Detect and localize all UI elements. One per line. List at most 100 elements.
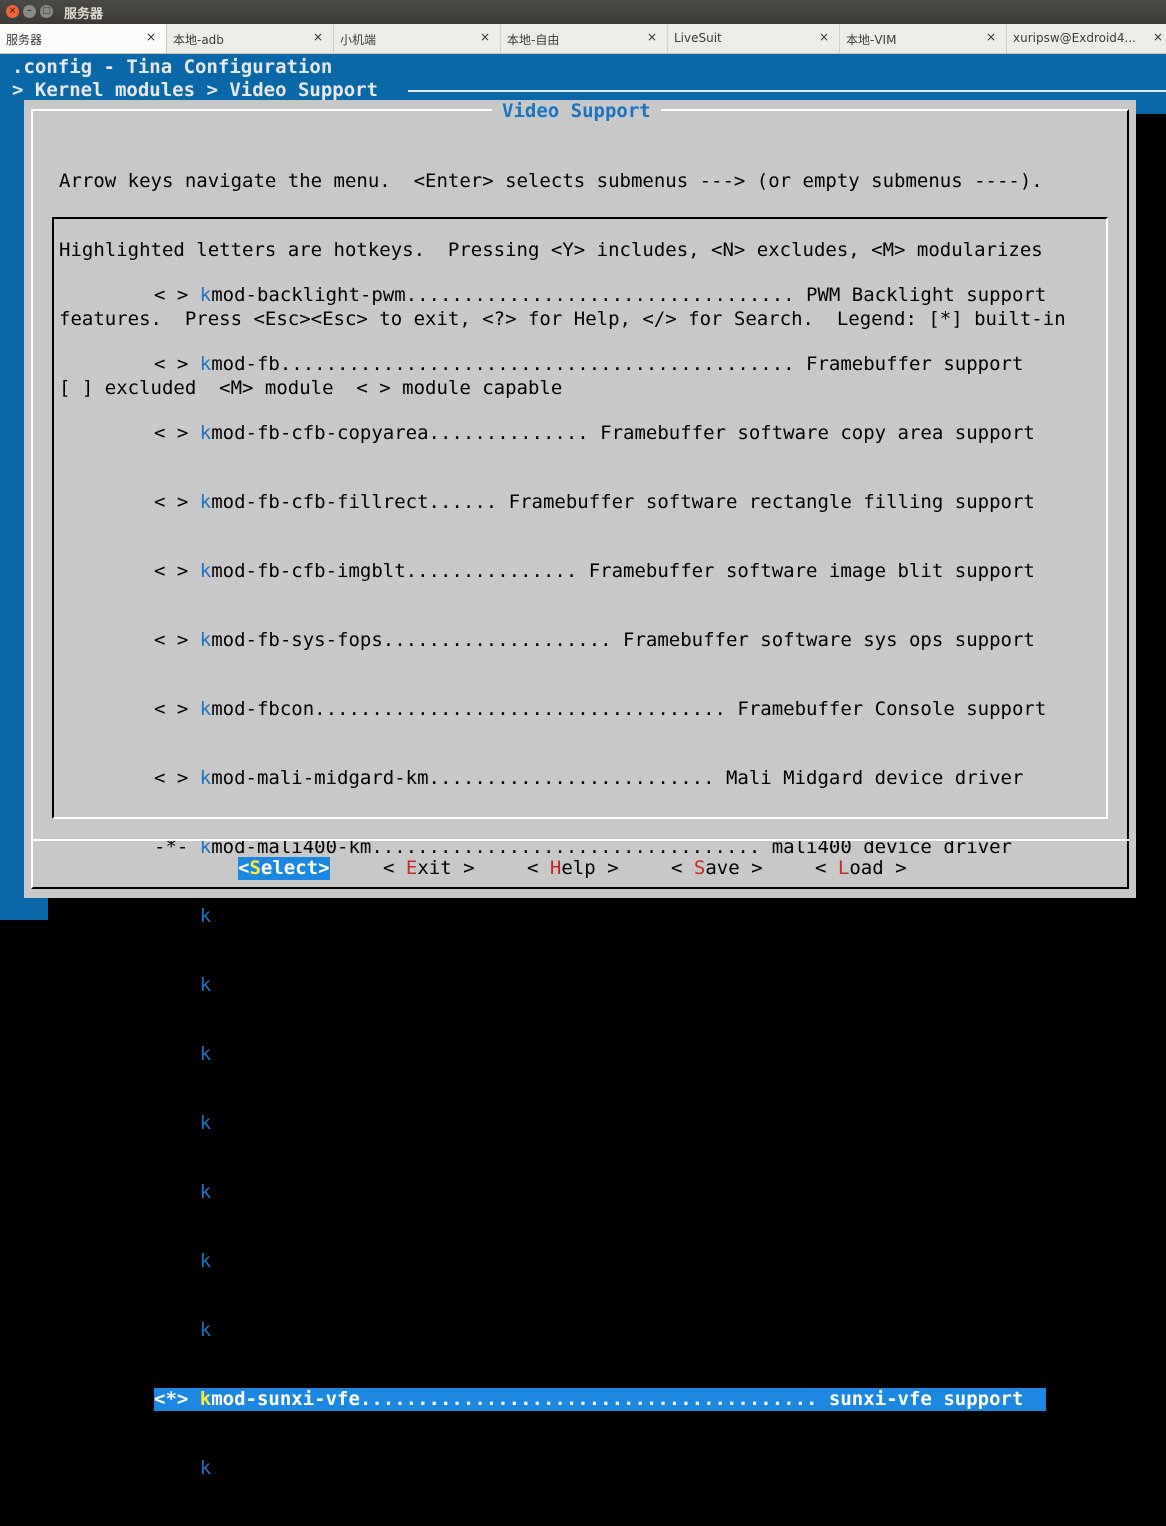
item-label: mod-fb-cfb-fillrect...... Framebuffer so…	[211, 491, 1035, 513]
item-hotkey: k	[199, 1388, 212, 1410]
dialog-shadow	[1136, 114, 1166, 920]
menu-item-kmod-sunxi-uvc[interactable]: < > kmod-sunxi-uvc......................…	[154, 1319, 1046, 1342]
tab-close-icon[interactable]: ×	[313, 30, 323, 44]
menu-item-kmod-fb-sys-fops[interactable]: < > kmod-fb-sys-fops....................…	[154, 629, 1046, 652]
item-state: < >	[154, 905, 200, 927]
minimize-window-icon[interactable]: –	[23, 5, 36, 18]
tab-local-adb[interactable]: 本地-adb ×	[167, 24, 334, 53]
item-hotkey: k	[199, 767, 212, 789]
item-label: mod-fb-cfb-imgblt............... Framebu…	[211, 560, 1035, 582]
item-hotkey: k	[199, 974, 212, 996]
menu-item-kmod-sunxi-drm[interactable]: < > kmod-sunxi-drm......................…	[154, 1112, 1046, 1135]
item-state: < >	[154, 698, 200, 720]
item-hotkey: k	[199, 629, 212, 651]
maximize-window-icon[interactable]: □	[40, 5, 53, 18]
tab-server[interactable]: 服务器 ×	[0, 24, 167, 53]
item-hotkey: k	[199, 284, 212, 306]
menu-item-kmod-fb-cfb-imgblt[interactable]: < > kmod-fb-cfb-imgblt............... Fr…	[154, 560, 1046, 583]
menu-item-kmod-fb-cfb-copyarea[interactable]: < > kmod-fb-cfb-copyarea.............. F…	[154, 422, 1046, 445]
menu-item-kmod-mali400-km-wayland[interactable]: < > kmod-mali400-km-wayland.............…	[154, 905, 1046, 928]
tab-livesuit[interactable]: LiveSuit ×	[668, 24, 840, 53]
item-label: mod-sgx544-km...........................…	[211, 974, 1024, 996]
tab-label: 本地-adb	[173, 33, 224, 47]
window-title: 服务器	[64, 7, 104, 22]
menu-item-kmod-video-core[interactable]: < > kmod-video-core.....................…	[154, 1457, 1046, 1480]
exit-button[interactable]: < Exit >	[383, 857, 475, 880]
close-window-icon[interactable]: ×	[6, 5, 19, 18]
button-separator	[31, 839, 1129, 841]
menu-item-kmod-sunxi-disp[interactable]: -*- kmod-sunxi-disp.....................…	[154, 1043, 1046, 1066]
item-state: < >	[154, 353, 200, 375]
item-state: < >	[154, 767, 200, 789]
button-text: <	[238, 857, 250, 879]
item-hotkey: k	[199, 491, 212, 513]
button-text: oad >	[849, 857, 907, 879]
tab-close-icon[interactable]: ×	[819, 30, 829, 44]
item-state: < >	[154, 491, 200, 513]
button-text: <	[815, 857, 838, 879]
item-state: <*>	[154, 1388, 200, 1410]
tab-close-icon[interactable]: ×	[986, 30, 996, 44]
item-label: mod-fb..................................…	[211, 353, 1024, 375]
menuconfig-dialog: Video Support Arrow keys navigate the me…	[24, 100, 1136, 1479]
item-hotkey: k	[199, 905, 212, 927]
item-state: < >	[154, 1319, 200, 1341]
item-state: < >	[154, 1457, 200, 1479]
tab-local-vim[interactable]: 本地-VIM ×	[840, 24, 1007, 53]
menu-item-kmod-sunxi-tv[interactable]: < > kmod-sunxi-tv.......................…	[154, 1250, 1046, 1273]
button-hotkey: S	[249, 857, 261, 879]
menu-item-kmod-mali-midgard-km[interactable]: < > kmod-mali-midgard-km................…	[154, 767, 1046, 790]
select-button[interactable]: <Select>	[238, 857, 330, 880]
item-label: mod-backlight-pwm.......................…	[211, 284, 1047, 306]
button-hotkey: S	[693, 857, 706, 879]
save-button[interactable]: < Save >	[671, 857, 763, 880]
tab-label: 服务器	[6, 33, 43, 47]
item-label: mod-video-core..........................…	[211, 1457, 1035, 1479]
tab-label: 本地-自由	[507, 33, 560, 47]
item-label: mod-fb-cfb-copyarea.............. Frameb…	[211, 422, 1035, 444]
tab-close-icon[interactable]: ×	[146, 30, 156, 44]
tab-close-icon[interactable]: ×	[1153, 30, 1163, 44]
item-label: mod-mali400-km-wayland..................…	[211, 905, 1012, 927]
menu-item-kmod-backlight-pwm[interactable]: < > kmod-backlight-pwm..................…	[154, 284, 1046, 307]
item-state: < >	[154, 629, 200, 651]
menu-item-kmod-sunxi-hdmi[interactable]: <*> kmod-sunxi-hdmi.....................…	[154, 1181, 1046, 1204]
item-label: mod-sunxi-uvc...........................…	[211, 1319, 1024, 1341]
tab-device[interactable]: 小机端 ×	[334, 24, 501, 53]
backtitle-breadcrumb: > Kernel modules > Video Support	[12, 79, 379, 101]
menu-item-kmod-sgx544-km[interactable]: < > kmod-sgx544-km......................…	[154, 974, 1046, 997]
load-button[interactable]: < Load >	[815, 857, 907, 880]
button-hotkey: E	[405, 857, 418, 879]
button-hotkey: H	[549, 857, 562, 879]
button-text: <	[383, 857, 406, 879]
item-label: mod-fbcon...............................…	[211, 698, 1047, 720]
tab-close-icon[interactable]: ×	[480, 30, 490, 44]
button-text: ave >	[705, 857, 763, 879]
button-text: elp >	[561, 857, 619, 879]
terminal[interactable]: .config - Tina Configuration > Kernel mo…	[0, 54, 1166, 1479]
item-state: < >	[154, 974, 200, 996]
item-hotkey: k	[199, 1112, 212, 1134]
menu-item-kmod-sunxi-vfe[interactable]: <*> kmod-sunxi-vfe......................…	[154, 1388, 1047, 1411]
tab-close-icon[interactable]: ×	[647, 30, 657, 44]
button-hotkey: L	[837, 857, 850, 879]
tab-label: 小机端	[340, 33, 377, 47]
window-titlebar: × – □ 服务器	[0, 0, 1166, 24]
help-button[interactable]: < Help >	[527, 857, 619, 880]
item-hotkey: k	[199, 422, 212, 444]
item-hotkey: k	[199, 1181, 212, 1203]
item-hotkey: k	[199, 698, 212, 720]
menu-item-kmod-fb-cfb-fillrect[interactable]: < > kmod-fb-cfb-fillrect...... Framebuff…	[154, 491, 1046, 514]
tab-label: LiveSuit	[674, 31, 722, 45]
item-label: mod-fb-sys-fops.................... Fram…	[211, 629, 1035, 651]
tab-label: xuripsw@Exdroid4...	[1013, 31, 1136, 45]
item-state: < >	[154, 284, 200, 306]
menu-item-kmod-fb[interactable]: < > kmod-fb.............................…	[154, 353, 1046, 376]
backtitle-config: .config - Tina Configuration	[12, 56, 333, 78]
tab-remote-exdroid[interactable]: xuripsw@Exdroid4... ×	[1007, 24, 1166, 53]
tab-label: 本地-VIM	[846, 33, 897, 47]
menu-item-kmod-fbcon[interactable]: < > kmod-fbcon..........................…	[154, 698, 1046, 721]
item-state: -*-	[154, 1043, 200, 1065]
tab-local-free[interactable]: 本地-自由 ×	[501, 24, 668, 53]
item-state: < >	[154, 422, 200, 444]
